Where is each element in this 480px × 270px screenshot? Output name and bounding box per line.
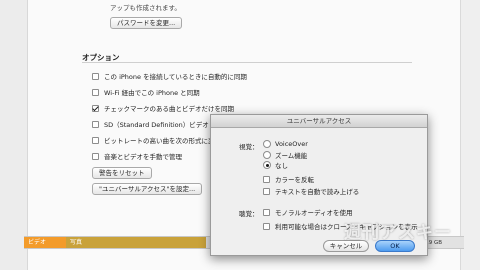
options-divider [82, 62, 412, 63]
radio-label: なし [275, 162, 288, 170]
zoom-radio[interactable] [263, 151, 271, 159]
watermark-logo: 週刊アスキー [344, 223, 452, 243]
option-sd-video[interactable]: SD（Standard Definition）ビデオ [92, 119, 209, 129]
option-auto-sync[interactable]: この iPhone を接続しているときに自動的に同期 [92, 71, 247, 81]
option-bitrate-convert[interactable]: ビットレートの高い曲を次の形式に変 [92, 135, 215, 145]
check-label: カラーを反転 [275, 176, 314, 184]
wifi-sync-checkbox[interactable] [92, 88, 99, 96]
option-label: この iPhone を接続しているときに自動的に同期 [104, 73, 247, 81]
option-label: Wi-Fi 経由でこの iPhone と同期 [104, 89, 200, 97]
bitrate-convert-checkbox[interactable] [92, 136, 99, 144]
option-label: チェックマークのある曲とビデオだけを同期 [104, 105, 234, 113]
check-label: モノラルオーディオを使用 [275, 209, 353, 217]
none-radio[interactable] [263, 161, 271, 169]
closed-captions-checkbox[interactable] [263, 222, 270, 230]
backup-note: アップも作成されます。 [110, 4, 181, 12]
option-manual-manage[interactable]: 音楽とビデオを手動で管理 [92, 151, 182, 161]
voiceover-radio[interactable] [263, 140, 271, 148]
auto-sync-checkbox[interactable] [92, 72, 99, 80]
vision-check-speak[interactable]: テキストを自動で読み上げる [263, 186, 359, 196]
vision-option-zoom[interactable]: ズーム機能 [263, 150, 307, 160]
radio-label: VoiceOver [275, 140, 308, 148]
reset-warnings-button[interactable]: 警告をリセット [92, 167, 152, 179]
vision-option-voiceover[interactable]: VoiceOver [263, 140, 308, 148]
check-label: テキストを自動で読み上げる [275, 188, 360, 196]
vision-check-invert[interactable]: カラーを反転 [263, 174, 314, 184]
hearing-check-mono[interactable]: モノラルオーディオを使用 [263, 207, 353, 217]
speak-text-checkbox[interactable] [263, 187, 270, 195]
checked-only-checkbox[interactable] [92, 104, 99, 112]
option-label: ビットレートの高い曲を次の形式に変 [104, 137, 215, 145]
mono-audio-checkbox[interactable] [263, 208, 270, 216]
vision-label: 視覚： [239, 143, 259, 151]
capacity-video-segment: ビデオ [24, 237, 66, 248]
option-wifi-sync[interactable]: Wi-Fi 経由でこの iPhone と同期 [92, 87, 200, 97]
option-checked-only[interactable]: チェックマークのある曲とビデオだけを同期 [92, 103, 234, 113]
left-sidebar-edge [0, 0, 28, 270]
hearing-label: 聴覚： [239, 210, 259, 218]
radio-label: ズーム機能 [275, 152, 308, 160]
manual-manage-checkbox[interactable] [92, 152, 99, 160]
option-label: SD（Standard Definition）ビデオ [104, 121, 209, 129]
change-password-button[interactable]: パスワードを変更... [110, 17, 183, 29]
accessibility-settings-button[interactable]: "ユニバーサルアクセス"を設定... [92, 183, 203, 195]
dialog-title: ユニバーサルアクセス [211, 115, 427, 128]
sd-video-checkbox[interactable] [92, 120, 99, 128]
capacity-photos-segment: 写真 [66, 237, 206, 248]
right-scroll-edge [460, 0, 480, 270]
vision-option-none[interactable]: なし [263, 160, 288, 170]
option-label: 音楽とビデオを手動で管理 [104, 153, 182, 161]
invert-colors-checkbox[interactable] [263, 175, 270, 183]
